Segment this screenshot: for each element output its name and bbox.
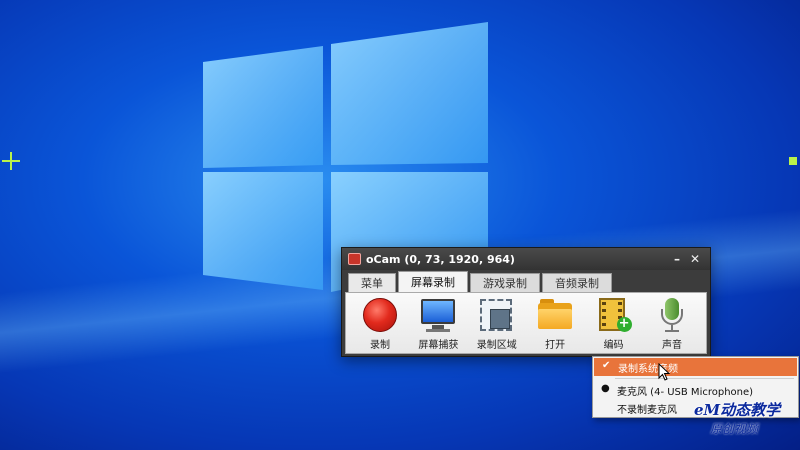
film-icon: + <box>595 297 633 333</box>
title-bar[interactable]: oCam (0, 73, 1920, 964) – ✕ <box>342 248 710 270</box>
watermark-subtitle: 原创视频 <box>710 422 759 436</box>
radio-dot-icon: ● <box>601 383 610 394</box>
close-button[interactable]: ✕ <box>686 252 704 266</box>
mouse-pointer-icon <box>658 363 671 381</box>
menu-item-record-system-audio[interactable]: ✔ 录制系统音频 <box>594 358 797 376</box>
ocam-window: oCam (0, 73, 1920, 964) – ✕ 菜单 屏幕录制 游戏录制… <box>341 247 711 357</box>
record-icon <box>361 297 399 333</box>
tab-audio-recording[interactable]: 音频录制 <box>542 273 612 292</box>
sound-label: 声音 <box>661 340 682 351</box>
capture-edge-marker <box>789 157 797 165</box>
screen-capture-button[interactable]: 屏幕捕获 <box>412 297 464 353</box>
menu-separator <box>615 378 794 379</box>
menu-item-microphone[interactable]: ● 麦克风 (4- USB Microphone) <box>593 381 798 399</box>
minimize-button[interactable]: – <box>668 252 686 266</box>
logo-pane-bottom-left <box>203 172 323 290</box>
tab-menu[interactable]: 菜单 <box>348 273 396 292</box>
sound-button[interactable]: 声音 <box>646 297 698 353</box>
record-region-button[interactable]: 录制区域 <box>471 297 523 353</box>
codec-button[interactable]: + 编码 <box>588 297 640 353</box>
tab-screen-recording[interactable]: 屏幕录制 <box>398 271 468 292</box>
logo-pane-top-right <box>331 22 488 165</box>
open-label: 打开 <box>545 340 566 351</box>
monitor-icon <box>419 297 457 333</box>
record-region-label: 录制区域 <box>476 340 517 351</box>
watermark-title: eM动态教学 <box>694 401 781 419</box>
record-button[interactable]: 录制 <box>354 297 406 353</box>
toolbar: 录制 屏幕捕获 录制区域 打开 + 编码 声音 <box>345 292 707 354</box>
region-icon <box>478 297 516 333</box>
folder-icon <box>536 297 574 333</box>
ocam-app-icon <box>348 253 361 265</box>
screen-capture-label: 屏幕捕获 <box>418 340 459 351</box>
logo-pane-top-left <box>203 46 323 168</box>
tab-bar: 菜单 屏幕录制 游戏录制 音频录制 <box>342 270 710 292</box>
microphone-icon <box>653 297 691 333</box>
crosshair-cursor-icon <box>2 152 20 170</box>
plus-icon: + <box>616 317 632 332</box>
codec-label: 编码 <box>603 340 624 351</box>
check-icon: ✔ <box>602 360 611 371</box>
open-button[interactable]: 打开 <box>529 297 581 353</box>
menu-item-label: 麦克风 (4- USB Microphone) <box>617 386 754 398</box>
window-title: oCam (0, 73, 1920, 964) <box>366 252 515 266</box>
tab-game-recording[interactable]: 游戏录制 <box>470 273 540 292</box>
record-label: 录制 <box>370 340 390 351</box>
menu-item-label: 不录制麦克风 <box>617 404 677 416</box>
